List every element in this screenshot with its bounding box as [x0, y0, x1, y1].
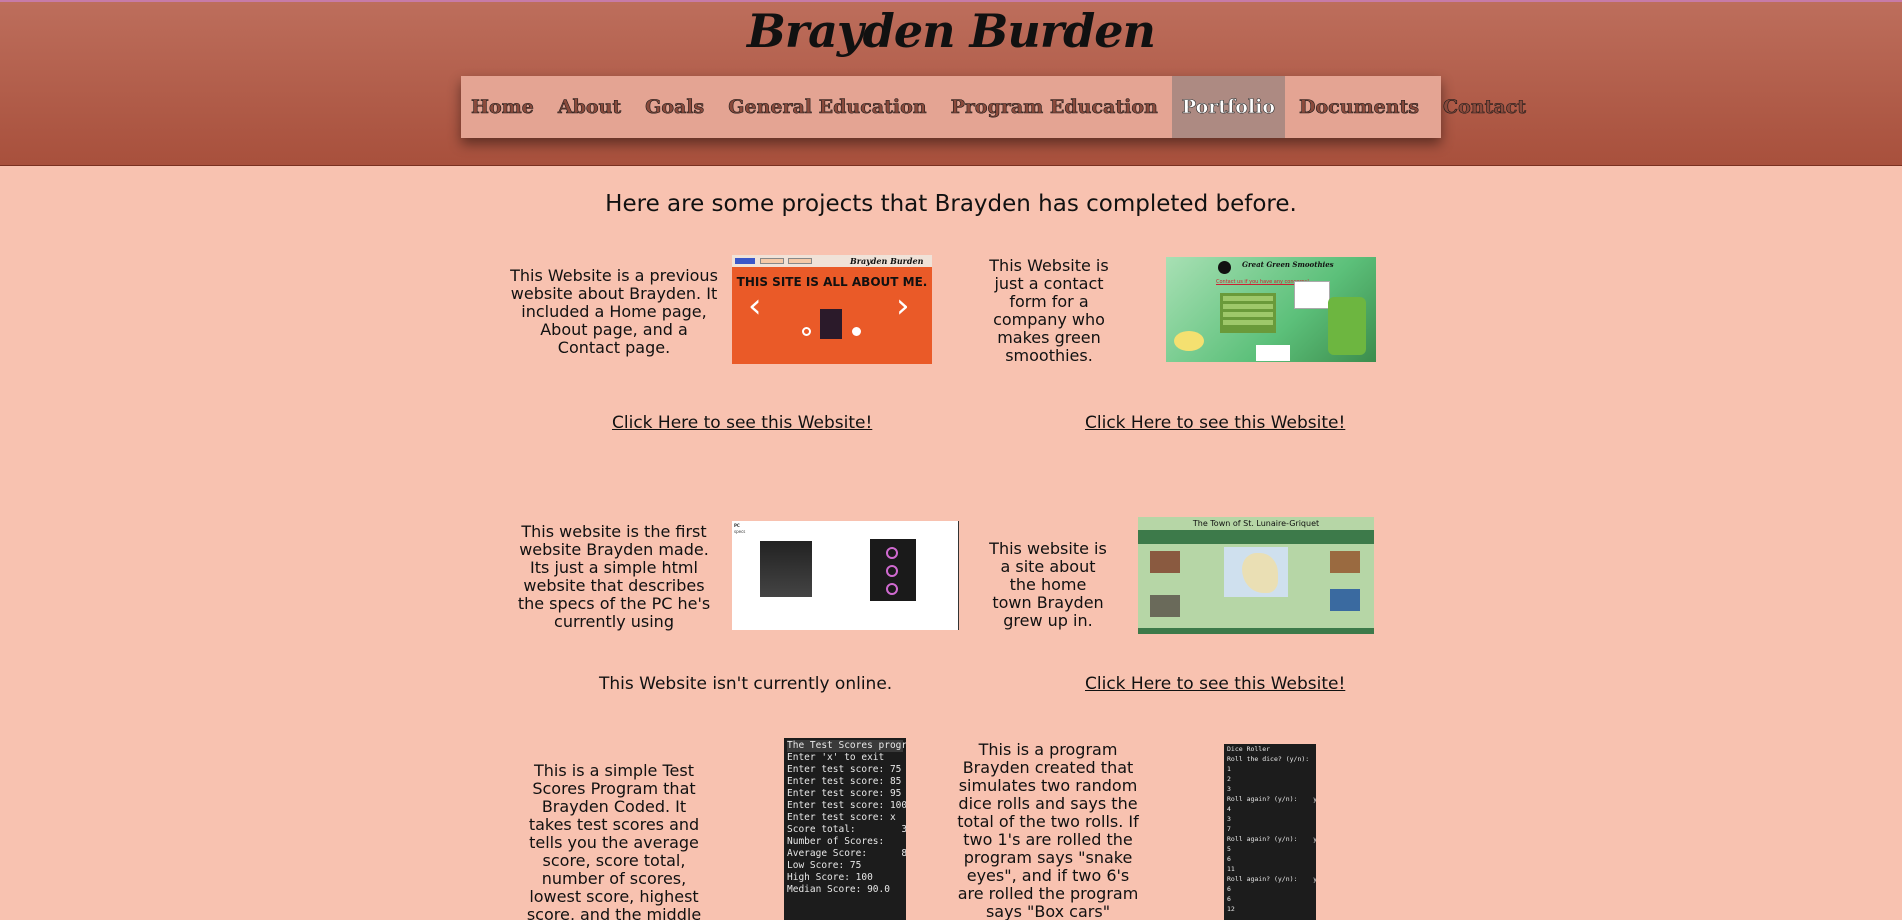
- terminal-line: 3: [1227, 785, 1231, 793]
- terminal-screenshot[interactable]: The Test Scores program Enter 'x' to exi…: [784, 738, 906, 920]
- terminal-line: Score total: 355: [787, 824, 906, 835]
- terminal-line: 7: [1227, 825, 1231, 833]
- terminal-line: 6: [1227, 855, 1231, 863]
- pc-case-image: [760, 541, 812, 597]
- nav-goals[interactable]: Goals: [635, 76, 714, 138]
- terminal-line: Low Score: 75: [787, 860, 862, 871]
- thumb-card: [1294, 281, 1330, 309]
- project-thumbnail[interactable]: Great Green Smoothies Contact us if you …: [1166, 257, 1376, 362]
- project-thumbnail[interactable]: PC specs: [732, 521, 959, 630]
- thumb-title: Great Green Smoothies: [1242, 260, 1334, 269]
- terminal-line: Median Score: 90.0: [787, 884, 890, 895]
- terminal-line: 11: [1227, 865, 1235, 873]
- thumb-site-name: Brayden Burden: [850, 256, 924, 266]
- terminal-line: Roll again? (y/n): y: [1227, 795, 1316, 803]
- terminal-screenshot[interactable]: Dice Roller Roll the dice? (y/n): y 1 2 …: [1224, 744, 1316, 920]
- terminal-line: Enter test score: 95: [787, 788, 902, 799]
- project-thumbnail[interactable]: The Town of St. Lunaire-Griquet: [1138, 517, 1374, 634]
- project-description: This is a program Brayden created that s…: [957, 740, 1139, 920]
- project-description: This website is the first website Brayde…: [517, 522, 711, 631]
- terminal-line: Dice Roller: [1227, 745, 1271, 753]
- terminal-line: Enter 'x' to exit: [787, 752, 885, 763]
- terminal-line: High Score: 100: [787, 872, 873, 883]
- town-photo: [1330, 551, 1360, 573]
- terminal-line: Roll again? (y/n): y: [1227, 875, 1316, 883]
- project-offline-note: This Website isn't currently online.: [599, 674, 893, 694]
- town-photo: [1150, 595, 1180, 617]
- project-description: This Website is just a contact form for …: [989, 256, 1109, 365]
- thumb-text: specs: [734, 529, 746, 534]
- logo-icon: [1218, 261, 1231, 274]
- slide-dot-icon: [802, 327, 811, 336]
- chevron-right-icon: ›: [896, 286, 910, 326]
- thumb-form: [1220, 293, 1276, 333]
- thumb-text: PC: [734, 523, 740, 528]
- terminal-line: Enter test score: 75: [787, 764, 902, 775]
- town-photo: [1330, 589, 1360, 611]
- smoothie-cup-icon: [1328, 297, 1366, 355]
- terminal-line: Enter test score: 100: [787, 800, 906, 811]
- site-title[interactable]: Brayden Burden: [0, 4, 1902, 58]
- thumb-footer: [1138, 628, 1374, 634]
- project-thumbnail[interactable]: Brayden Burden THIS SITE IS ALL ABOUT ME…: [732, 255, 932, 364]
- project-description: This Website is a previous website about…: [510, 266, 718, 357]
- project-link[interactable]: Click Here to see this Website!: [1085, 413, 1345, 433]
- terminal-line: Number of Scores: 4: [787, 836, 906, 847]
- terminal-line: 1: [1227, 765, 1231, 773]
- terminal-line: 3: [1227, 815, 1231, 823]
- nav-program-education[interactable]: Program Education: [941, 76, 1168, 138]
- nav-documents[interactable]: Documents: [1289, 76, 1429, 138]
- project-description: This is a simple Test Scores Program tha…: [526, 761, 702, 920]
- terminal-line: 5: [1227, 845, 1231, 853]
- terminal-line: 6: [1227, 885, 1231, 893]
- terminal-line: Roll the dice? (y/n): y: [1227, 755, 1316, 763]
- nav-contact[interactable]: Contact: [1433, 76, 1536, 138]
- thumb-photo: [820, 309, 842, 339]
- nav-about[interactable]: About: [548, 76, 631, 138]
- thumb-bar: [1138, 530, 1374, 544]
- terminal-line: 4: [1227, 805, 1231, 813]
- terminal-line: 12: [1227, 905, 1235, 913]
- terminal-line: Roll again? (y/n): y: [1227, 835, 1316, 843]
- main-nav: Home About Goals General Education Progr…: [461, 76, 1526, 138]
- nav-portfolio[interactable]: Portfolio: [1171, 76, 1286, 138]
- chevron-left-icon: ‹: [748, 286, 762, 326]
- pc-case-image: [870, 539, 916, 601]
- nav-general-education[interactable]: General Education: [718, 76, 936, 138]
- terminal-line: Enter test score: x: [787, 812, 896, 823]
- page-intro: Here are some projects that Brayden has …: [605, 191, 1297, 217]
- slide-dot-icon: [852, 327, 861, 336]
- terminal-line: The Test Scores program: [787, 740, 906, 752]
- project-description: This website is a site about the home to…: [989, 539, 1107, 630]
- terminal-line: 2: [1227, 775, 1231, 783]
- project-link[interactable]: Click Here to see this Website!: [1085, 674, 1345, 694]
- thumb-title: The Town of St. Lunaire-Griquet: [1192, 519, 1320, 528]
- terminal-line: Average Score: 89: [787, 848, 906, 859]
- town-photo: [1150, 551, 1180, 573]
- site-header: Brayden Burden Home About Goals General …: [0, 0, 1902, 166]
- lemon-icon: [1174, 331, 1204, 351]
- nav-home[interactable]: Home: [461, 76, 544, 138]
- terminal-line: Enter test score: 85: [787, 776, 902, 787]
- terminal-line: 6: [1227, 895, 1231, 903]
- thumb-box: [1256, 345, 1290, 361]
- project-link[interactable]: Click Here to see this Website!: [612, 413, 872, 433]
